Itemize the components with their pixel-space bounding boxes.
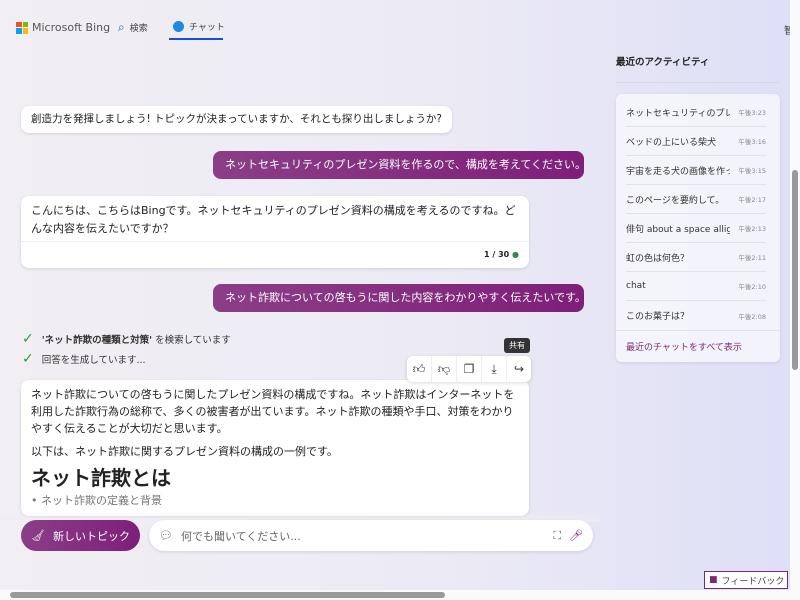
brand-name: Microsoft Bing [32, 21, 111, 34]
user-message: ネット詐欺についての啓もうに関した内容をわかりやすく伝えたいです。 [213, 284, 586, 312]
new-topic-label: 新しいトピック [52, 529, 130, 543]
answer-list-item-text: ネット詐欺の定義と背景 [41, 494, 162, 507]
activity-item[interactable]: このお菓子は？ 午後2:08 [626, 301, 766, 330]
tab-search[interactable]: ⌕ 検索 [118, 20, 148, 35]
horizontal-scroll-thumb[interactable] [10, 592, 445, 598]
activity-time: 午後3:16 [738, 138, 766, 146]
activity-time: 午後2:17 [738, 196, 766, 204]
activity-title: 宇宙を走る犬の画像を作って [626, 166, 730, 177]
answer-paragraph: ネット詐欺についての啓もうに関したプレゼン資料の構成ですね。ネット詐欺はインター… [31, 388, 515, 435]
turn-counter: 1 / 30 ● [21, 242, 529, 268]
status-dot-icon: ● [512, 250, 519, 259]
divider [616, 82, 779, 83]
activity-title: 俳句 about a space alligator [626, 224, 730, 235]
share-tooltip: 共有 [504, 338, 530, 353]
feedback-button[interactable]: ■ フィードバック [704, 571, 788, 589]
activity-title: このページを要約して。 [626, 195, 725, 206]
download-icon[interactable]: ⤓ [482, 356, 507, 382]
search-icon: ⌕ [118, 20, 125, 34]
activity-item[interactable]: 虹の色は何色？ 午後2:11 [626, 243, 766, 272]
chat-icon [173, 21, 184, 32]
bing-logo[interactable]: Microsoft Bing [16, 21, 110, 34]
vertical-scrollbar[interactable] [790, 0, 800, 590]
header: Microsoft Bing ⌕ 検索 チャット [0, 0, 790, 44]
bot-message-text: こんにちは、こちらはBingです。ネットセキュリティのプレゼン資料の構成を考える… [21, 196, 529, 242]
activity-item[interactable]: ネットセキュリティのプレ 午後3:23 [626, 98, 766, 127]
greeting-message: 創造力を発揮しましょう! トピックが決まっていますか、それとも探り出しましょうか… [21, 106, 452, 133]
activity-time: 午後2:08 [738, 312, 766, 321]
search-status-text: を検索しています [152, 335, 231, 346]
activity-title: ベッドの上にいる柴犬 [626, 137, 717, 148]
bot-message: こんにちは、こちらはBingです。ネットセキュリティのプレゼン資料の構成を考える… [21, 196, 529, 268]
check-icon: ✓ [22, 331, 34, 347]
turn-counter-text: 1 / 30 [484, 250, 510, 259]
activity-item[interactable]: ベッドの上にいる柴犬 午後3:16 [626, 127, 766, 156]
vertical-scroll-thumb[interactable] [792, 170, 798, 370]
activity-time: 午後2:10 [738, 283, 766, 291]
chat-bubble-icon: 💬︎ [159, 529, 173, 542]
horizontal-scrollbar[interactable] [0, 590, 800, 600]
activity-title: 虹の色は何色？ [626, 253, 690, 264]
activity-item[interactable]: 宇宙を走る犬の画像を作って午後3:15 [626, 156, 766, 185]
generate-status: ✓ 回答を生成しています... [22, 351, 146, 367]
copy-icon[interactable]: ❐ [457, 356, 482, 382]
chat-input-placeholder[interactable]: 何でも聞いてください... [181, 528, 545, 544]
active-tab-indicator [169, 38, 223, 40]
recent-activity-list: ネットセキュリティのプレ 午後3:23 ベッドの上にいる柴犬 午後3:16 宇宙を走… [616, 94, 780, 362]
message-actions: 👍︎ 👎︎ ❐ ⤓ ↪ [407, 356, 531, 382]
activity-time: 午後3:23 [738, 109, 766, 117]
chat-input[interactable]: 💬︎ 何でも聞いてください... ⛶ 🎤︎ [149, 520, 593, 551]
activity-title: このお菓子は？ [626, 312, 690, 322]
see-all-chats-link[interactable]: 最近のチャットをすべて表示 [616, 330, 780, 362]
search-query: 'ネット詐欺の種類と対策' [41, 335, 153, 346]
answer-paragraph: 以下は、ネット詐欺に関するプレゼン資料の構成の一例です。 [31, 445, 338, 458]
thumbs-up-icon[interactable]: 👍︎ [407, 356, 432, 382]
share-icon[interactable]: ↪ [507, 356, 531, 382]
tab-chat-label: チャット [189, 23, 225, 33]
microsoft-logo-icon [16, 21, 28, 34]
activity-time: 午後2:13 [738, 225, 766, 233]
activity-title: ネットセキュリティのプレ [626, 108, 730, 119]
answer-list-item: • ネット詐欺の定義と背景 [31, 494, 162, 507]
check-icon: ✓ [22, 351, 34, 367]
activity-time: 午後3:15 [738, 167, 766, 175]
activity-item[interactable]: このページを要約して。 午後2:17 [626, 185, 766, 214]
thumbs-down-icon[interactable]: 👎︎ [432, 356, 457, 382]
activity-item[interactable]: chat 午後2:10 [626, 272, 766, 301]
new-topic-button[interactable]: 🧹︎ 新しいトピック [21, 520, 140, 551]
activity-item[interactable]: 俳句 about a space alligator 午後2:13 [626, 214, 766, 243]
tab-chat[interactable]: チャット [173, 20, 225, 33]
activity-time: 午後2:11 [738, 254, 766, 262]
answer-heading: ネット詐欺とは [31, 466, 171, 490]
tab-search-label: 検索 [129, 24, 148, 34]
broom-icon: 🧹︎ [31, 529, 45, 542]
user-message: ネットセキュリティのプレゼン資料を作るので、構成を考えてください。 [213, 151, 586, 179]
feedback-icon: ■ [709, 575, 718, 585]
generate-status-text: 回答を生成しています... [41, 355, 146, 366]
microphone-icon[interactable]: 🎤︎ [569, 529, 583, 542]
feedback-label: フィードバック [721, 576, 785, 587]
visual-search-icon[interactable]: ⛶ [553, 529, 561, 543]
activity-title: chat [626, 281, 646, 291]
answer-message: ネット詐欺についての啓もうに関したプレゼン資料の構成ですね。ネット詐欺はインター… [21, 380, 529, 516]
search-status: ✓ 'ネット詐欺の種類と対策' を検索しています [22, 331, 231, 347]
recent-activity-title: 最近のアクティビティ [616, 57, 710, 68]
